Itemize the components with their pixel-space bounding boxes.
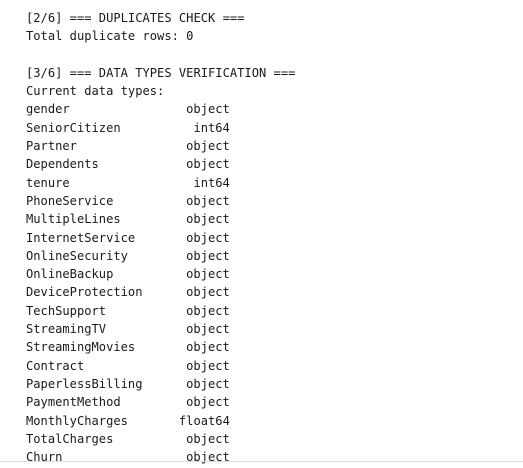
dtype-row: StreamingMovies object bbox=[26, 338, 519, 356]
duplicates-header: [2/6] === DUPLICATES CHECK === bbox=[26, 11, 245, 25]
column-name: MonthlyCharges bbox=[26, 413, 128, 428]
dtype-row: InternetService object bbox=[26, 229, 519, 247]
column-dtype: int64 bbox=[193, 175, 230, 190]
column-name: PaymentMethod bbox=[26, 395, 121, 410]
dtype-row: Partner object bbox=[26, 137, 519, 155]
column-name: Dependents bbox=[26, 157, 99, 172]
column-name: PaperlessBilling bbox=[26, 376, 143, 391]
column-name: InternetService bbox=[26, 230, 136, 245]
dtype-row: MonthlyCharges float64 bbox=[26, 412, 519, 430]
column-dtype: object bbox=[186, 340, 230, 355]
column-dtype: object bbox=[186, 230, 230, 245]
dtype-row: StreamingTV object bbox=[26, 320, 519, 338]
column-dtype: object bbox=[186, 157, 230, 172]
column-name: MultipleLines bbox=[26, 212, 121, 227]
column-dtype: object bbox=[186, 358, 230, 373]
dtype-row: DeviceProtection object bbox=[26, 283, 519, 301]
column-dtype: float64 bbox=[178, 413, 230, 428]
column-name: StreamingTV bbox=[26, 322, 107, 337]
output-bottom-border bbox=[0, 461, 523, 462]
types-intro: Current data types: bbox=[26, 84, 165, 99]
column-dtype: object bbox=[186, 212, 230, 227]
column-dtype: object bbox=[186, 450, 230, 465]
dtype-row: MultipleLines object bbox=[26, 210, 519, 228]
column-name: Churn bbox=[26, 450, 63, 465]
column-dtype: object bbox=[186, 248, 230, 263]
column-dtype: object bbox=[186, 102, 230, 117]
column-dtype: object bbox=[186, 395, 230, 410]
column-name: TechSupport bbox=[26, 303, 107, 318]
column-name: OnlineSecurity bbox=[26, 248, 128, 263]
dtype-row: tenure int64 bbox=[26, 174, 519, 192]
types-header: [3/6] === DATA TYPES VERIFICATION === bbox=[26, 65, 296, 80]
dtype-row: TotalCharges object bbox=[26, 430, 519, 448]
column-dtype: object bbox=[186, 193, 230, 208]
column-dtype: object bbox=[186, 285, 230, 300]
column-name: Partner bbox=[26, 139, 77, 154]
column-name: PhoneService bbox=[26, 193, 114, 208]
duplicates-result: Total duplicate rows: 0 bbox=[26, 29, 194, 44]
column-name: StreamingMovies bbox=[26, 340, 136, 355]
dtype-row: Dependents object bbox=[26, 155, 519, 173]
column-name: tenure bbox=[26, 175, 70, 190]
column-dtype: object bbox=[186, 431, 230, 446]
dtype-row: PaymentMethod object bbox=[26, 393, 519, 411]
column-dtype: object bbox=[186, 139, 230, 154]
column-name: DeviceProtection bbox=[26, 285, 143, 300]
cell-output: [2/6] === DUPLICATES CHECK === Total dupl… bbox=[26, 9, 519, 466]
column-dtype: object bbox=[186, 267, 230, 282]
dtype-row: OnlineSecurity object bbox=[26, 247, 519, 265]
column-name: OnlineBackup bbox=[26, 267, 114, 282]
column-dtype: int64 bbox=[193, 120, 230, 135]
dtype-row: Churn object bbox=[26, 448, 519, 466]
column-dtype: object bbox=[186, 303, 230, 318]
dtype-row: Contract object bbox=[26, 357, 519, 375]
column-dtype: object bbox=[186, 376, 230, 391]
dtype-row: SeniorCitizen int64 bbox=[26, 119, 519, 137]
column-name: gender bbox=[26, 102, 70, 117]
dtype-row: PhoneService object bbox=[26, 192, 519, 210]
dtype-row: gender object bbox=[26, 100, 519, 118]
dtype-row: OnlineBackup object bbox=[26, 265, 519, 283]
dtype-row: PaperlessBilling object bbox=[26, 375, 519, 393]
column-dtype: object bbox=[186, 322, 230, 337]
column-name: TotalCharges bbox=[26, 431, 114, 446]
column-name: SeniorCitizen bbox=[26, 120, 121, 135]
dtype-row: TechSupport object bbox=[26, 302, 519, 320]
dtype-list: gender object SeniorCitizen int64 Partner obj… bbox=[26, 100, 519, 466]
column-name: Contract bbox=[26, 358, 85, 373]
